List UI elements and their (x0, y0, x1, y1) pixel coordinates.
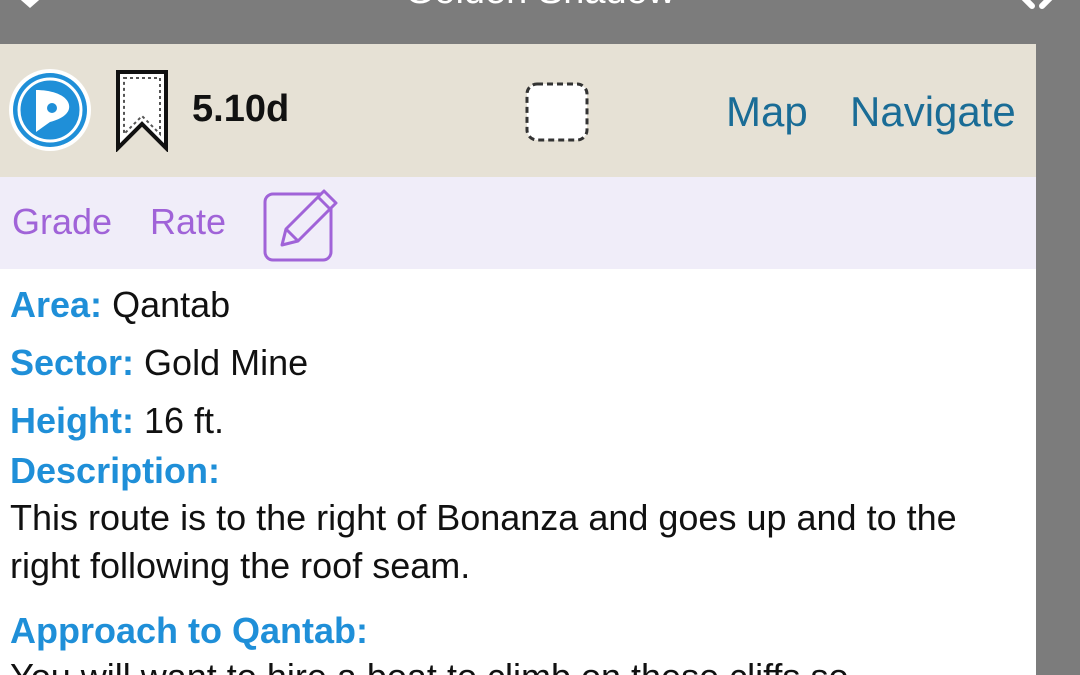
checkbox-icon[interactable] (523, 80, 591, 144)
area-row: Area: Qantab (10, 284, 230, 326)
rate-bar: Grade Rate (0, 177, 1036, 269)
navigation-bar: Golden Shadow (0, 0, 1080, 44)
height-row: Height: 16 ft. (10, 400, 224, 442)
nav-title: Golden Shadow (0, 0, 1080, 13)
description-label: Description: (10, 450, 221, 491)
grade-link[interactable]: Grade (12, 201, 112, 243)
rate-link[interactable]: Rate (150, 201, 226, 243)
edit-pencil-icon[interactable] (262, 183, 342, 263)
sector-value: Gold Mine (144, 342, 309, 383)
route-grade: 5.10d (192, 88, 290, 130)
area-value: Qantab (112, 284, 231, 325)
area-label: Area: (10, 284, 103, 325)
app-logo-icon[interactable] (6, 66, 94, 154)
route-detail-sheet: 5.10d Map Navigate Grade Rate Area: Qant… (0, 44, 1036, 675)
height-value: 16 ft. (144, 400, 225, 441)
description-text: This route is to the right of Bonanza an… (10, 497, 957, 586)
approach-label: Approach to Qantab: (10, 610, 368, 651)
height-label: Height: (10, 400, 134, 441)
sector-row: Sector: Gold Mine (10, 342, 308, 384)
navigate-link[interactable]: Navigate (850, 88, 1016, 136)
approach-text: You will want to hire a boat to climb on… (10, 656, 848, 675)
route-details: Area: Qantab Sector: Gold Mine Height: 1… (10, 272, 1026, 675)
sector-label: Sector: (10, 342, 135, 383)
close-icon[interactable] (1002, 0, 1072, 16)
map-link[interactable]: Map (726, 88, 808, 136)
bookmark-icon[interactable] (114, 68, 170, 152)
route-toolbar: 5.10d Map Navigate (0, 44, 1036, 177)
